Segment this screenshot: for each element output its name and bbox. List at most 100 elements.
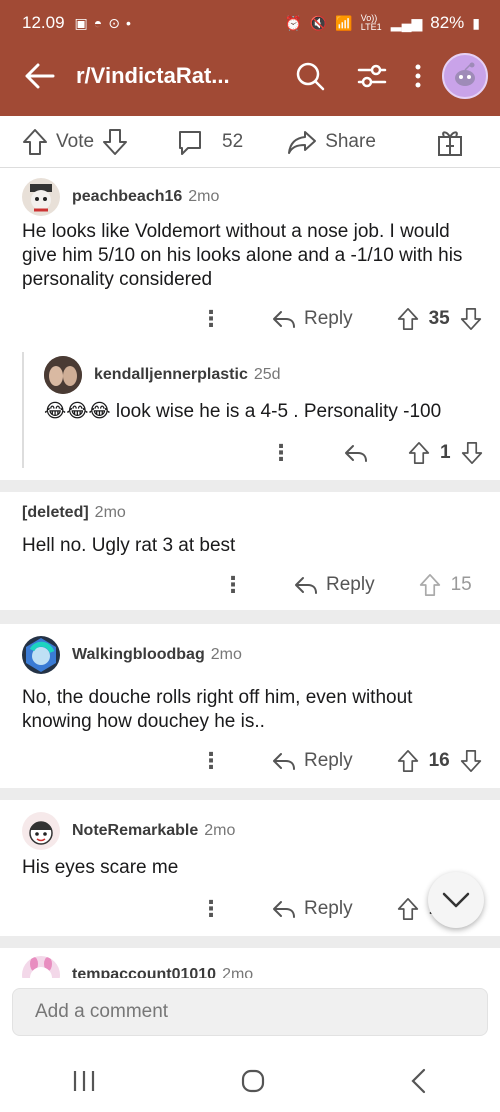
username[interactable]: Walkingbloodbag [72,646,205,664]
notification-icons: ▣ ◓ ⊙ • [75,15,131,32]
chevron-down-icon [442,892,470,908]
vote-count: 15 [450,574,472,595]
alarm-icon: ⏰ [284,14,302,31]
wifi-icon: 📶 [335,14,353,31]
network-label: Vo)) LTE1 [360,13,382,32]
upvote-icon[interactable] [397,307,419,331]
post-action-bar: Vote 52 Share [0,116,500,168]
share-button[interactable]: Share [287,129,376,155]
snoo-avatar-icon [455,62,475,86]
comments-button[interactable]: 52 [176,128,243,156]
vote-label: Vote [56,130,95,152]
downvote-icon[interactable] [102,128,128,156]
upvote-icon[interactable] [397,897,419,921]
home-icon[interactable] [240,1068,266,1094]
status-bar: 12.09 ▣ ◓ ⊙ • ⏰ 🔇 📶 Vo)) LTE1 ▂▄▆ 82% ▮ [22,10,480,36]
app-header: 12.09 ▣ ◓ ⊙ • ⏰ 🔇 📶 Vo)) LTE1 ▂▄▆ 82% ▮ … [0,0,500,116]
comment-age: 2mo [222,966,254,978]
downvote-icon[interactable] [460,749,482,773]
comment-age: 2mo [210,646,242,663]
overflow-menu-button[interactable] [408,56,428,96]
avatar[interactable] [22,812,60,850]
reply-label: Reply [304,308,353,329]
reply-label: Reply [304,898,353,919]
comment-composer: Add a comment [0,978,500,1050]
username: [deleted] [22,504,89,521]
reply-button[interactable]: Reply [272,898,353,920]
avatar[interactable] [22,178,60,216]
reply-button[interactable]: Reply [272,750,353,772]
user-avatar-icon [30,184,52,212]
comment-thread: NoteRemarkable 2mo His eyes scare me ⋮ R… [0,800,500,936]
comment-more-button[interactable]: ⋮ [270,440,292,466]
mute-icon: 🔇 [309,14,328,31]
vote-count: 35 [428,308,450,329]
comment-thread: [deleted] 2mo Hell no. Ugly rat 3 at bes… [0,492,500,610]
share-icon [288,130,317,154]
recent-apps-icon[interactable] [71,1069,97,1093]
username[interactable]: tempaccount01010 [72,966,216,978]
battery-icon: ▮ [472,14,480,31]
search-button[interactable] [290,56,330,96]
arrow-left-icon [25,63,55,89]
share-label: Share [325,130,376,152]
sliders-icon [357,64,387,88]
comment-text: Hell no. Ugly rat 3 at best [22,535,236,556]
comment-icon [179,130,202,155]
comment-text: He looks like Voldemort without a nose j… [22,221,463,290]
username[interactable]: kendalljennerplastic [94,366,248,384]
user-avatar-icon [30,957,52,978]
reply-button[interactable]: Reply [272,308,353,330]
user-avatar-icon [26,638,56,672]
avatar[interactable] [22,956,60,978]
sort-button[interactable] [352,56,392,96]
comment-more-button[interactable]: ⋮ [200,306,222,332]
battery-level: 82% [430,13,465,32]
comment-thread: peachbeach16 2mo He looks like Voldemort… [0,168,500,480]
vote-count: 1 [440,442,451,463]
username[interactable]: peachbeach16 [72,188,182,206]
more-vertical-icon [415,64,421,88]
upvote-icon[interactable] [397,749,419,773]
downvote-icon[interactable] [460,307,482,331]
upvote-icon [419,574,440,596]
comment-more-button[interactable]: ⋮ [200,896,222,922]
signal-icon: ▂▄▆ [390,14,423,31]
search-icon [296,62,325,91]
avatar[interactable] [44,356,82,394]
thread-line[interactable] [22,352,24,468]
reply-button[interactable] [344,443,368,463]
subreddit-title[interactable]: r/VindictaRat... [76,63,266,89]
comment-text: 😂😂😂 look wise he is a 4-5 . Personality … [44,401,442,422]
incognito-icon: ⊙ [108,14,120,31]
reply-arrow-icon [345,445,367,462]
comment-more-button[interactable]: ⋮ [200,748,222,774]
reply-button[interactable]: Reply [294,574,375,596]
upvote-icon[interactable] [408,441,430,465]
user-avatar-icon [29,821,53,845]
username[interactable]: NoteRemarkable [72,822,198,840]
reply-arrow-icon [273,901,295,918]
comment-text: His eyes scare me [22,857,179,878]
reply-label: Reply [304,750,353,771]
gift-icon [438,130,462,156]
reply-arrow-icon [273,753,295,770]
comment-age: 25d [253,366,281,383]
comment-age: 2mo [94,504,126,521]
system-nav-bar [0,1050,500,1112]
avatar[interactable] [22,636,60,674]
snapchat-icon: ◓ [93,15,103,31]
back-nav-icon[interactable] [409,1068,429,1094]
comment-text: No, the douche rolls right off him, even… [22,687,413,732]
upvote-icon[interactable] [22,128,48,156]
add-comment-input[interactable]: Add a comment [12,988,488,1036]
back-button[interactable] [20,56,60,96]
user-avatar-icon [44,356,82,394]
downvote-icon[interactable] [461,441,483,465]
dot-icon: • [125,15,131,31]
scroll-down-button[interactable] [428,872,484,928]
award-button[interactable] [436,127,464,157]
comment-more-button[interactable]: ⋮ [222,572,244,598]
user-avatar[interactable] [442,53,488,99]
comment-age: 2mo [188,188,220,205]
